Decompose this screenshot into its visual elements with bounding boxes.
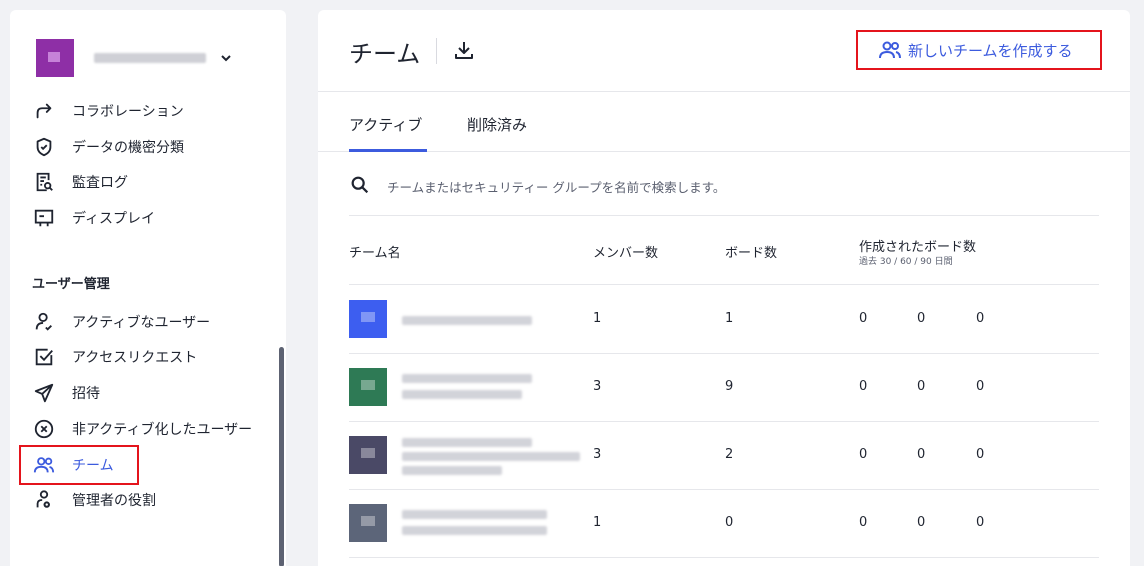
cell-boards: 0 <box>725 515 734 530</box>
table-row[interactable]: 3 2 0 0 0 <box>349 422 1099 490</box>
tab-bar: アクティブ 削除済み <box>318 92 1130 152</box>
sidebar-item-audit-log[interactable]: 監査ログ <box>32 171 128 193</box>
cell-created-90: 0 <box>976 379 985 394</box>
team-name-redacted <box>402 374 532 383</box>
team-avatar <box>349 368 387 406</box>
send-icon <box>32 381 56 405</box>
cell-created-90: 0 <box>976 515 985 530</box>
team-name-redacted <box>402 510 547 519</box>
cell-created-30: 0 <box>859 379 868 394</box>
sidebar-item-invitations[interactable]: 招待 <box>32 382 100 404</box>
team-name-redacted <box>402 452 580 461</box>
sidebar-item-label: 監査ログ <box>72 175 128 191</box>
cell-created-60: 0 <box>917 447 926 462</box>
cell-created-90: 0 <box>976 311 985 326</box>
table-row[interactable]: 1 0 0 0 0 <box>349 490 1099 558</box>
team-avatar <box>349 300 387 338</box>
title-divider <box>436 38 437 64</box>
cell-created-30: 0 <box>859 311 868 326</box>
cell-created-60: 0 <box>917 515 926 530</box>
sidebar-item-data-classification[interactable]: データの機密分類 <box>32 136 184 158</box>
sidebar-item-access-requests[interactable]: アクセスリクエスト <box>32 346 197 368</box>
cell-boards: 2 <box>725 447 734 462</box>
column-header-members: メンバー数 <box>593 246 659 261</box>
page-header: チーム 新しいチームを作成する <box>318 10 1130 92</box>
sidebar-item-label: データの機密分類 <box>72 140 184 156</box>
sidebar-item-label: ディスプレイ <box>72 211 156 227</box>
search-input[interactable]: チームまたはセキュリティー グループを名前で検索します。 <box>387 177 725 196</box>
audit-log-icon <box>32 170 56 194</box>
display-icon <box>32 206 56 230</box>
user-check-icon <box>32 310 56 334</box>
chevron-down-icon <box>221 55 231 62</box>
page-title: チーム <box>349 40 421 68</box>
sidebar-item-label: アクセスリクエスト <box>72 350 198 366</box>
cell-members: 1 <box>593 311 602 326</box>
cell-boards: 1 <box>725 311 734 326</box>
column-header-created-sub: 過去 30 / 60 / 90 日間 <box>859 257 953 267</box>
highlight-box-teams <box>19 445 139 485</box>
circle-x-icon <box>32 417 56 441</box>
sidebar-item-label: 非アクティブ化したユーザー <box>72 422 253 438</box>
tab-deleted[interactable]: 削除済み <box>467 114 527 135</box>
cell-created-30: 0 <box>859 515 868 530</box>
sidebar-item-deactivated-users[interactable]: 非アクティブ化したユーザー <box>32 418 252 440</box>
download-icon[interactable] <box>452 38 476 62</box>
search-bar[interactable]: チームまたはセキュリティー グループを名前で検索します。 <box>349 172 1099 216</box>
sidebar-item-admin-roles[interactable]: 管理者の役割 <box>32 489 156 511</box>
active-tab-indicator <box>349 149 427 152</box>
team-name-redacted <box>402 438 532 447</box>
create-team-button[interactable]: 新しいチームを作成する <box>878 38 1073 62</box>
create-team-label: 新しいチームを作成する <box>908 41 1073 60</box>
team-name-redacted <box>402 466 502 475</box>
cell-created-60: 0 <box>917 311 926 326</box>
sidebar-item-label: 招待 <box>72 386 100 402</box>
team-avatar <box>349 504 387 542</box>
tab-active[interactable]: アクティブ <box>349 114 422 135</box>
org-avatar <box>36 39 74 77</box>
sidebar-item-label: アクティブなユーザー <box>72 315 211 331</box>
sidebar-item-label: コラボレーション <box>72 104 184 120</box>
sidebar-item-display[interactable]: ディスプレイ <box>32 207 155 229</box>
cell-boards: 9 <box>725 379 734 394</box>
team-avatar <box>349 436 387 474</box>
team-icon <box>879 41 901 59</box>
team-name-redacted <box>402 526 547 535</box>
cell-members: 1 <box>593 515 602 530</box>
checkbox-icon <box>32 345 56 369</box>
table-row[interactable]: 3 9 0 0 0 <box>349 354 1099 422</box>
sidebar-item-collaboration[interactable]: コラボレーション <box>32 100 184 122</box>
org-name-redacted <box>94 53 206 63</box>
sidebar-scrollbar[interactable] <box>279 347 284 566</box>
table-row[interactable]: 1 1 0 0 0 <box>349 286 1099 354</box>
cell-created-90: 0 <box>976 447 985 462</box>
sidebar-item-label: 管理者の役割 <box>72 493 156 509</box>
column-header-boards: ボード数 <box>725 246 778 261</box>
column-header-created-boards: 作成されたボード数 <box>859 240 977 255</box>
column-header-team-name: チーム名 <box>349 246 401 261</box>
search-icon <box>351 176 369 194</box>
sidebar-item-active-users[interactable]: アクティブなユーザー <box>32 311 210 333</box>
cell-created-60: 0 <box>917 379 926 394</box>
cell-created-30: 0 <box>859 447 868 462</box>
table-header-divider <box>349 284 1099 285</box>
cell-members: 3 <box>593 447 602 462</box>
admin-role-icon <box>32 488 56 512</box>
team-name-redacted <box>402 390 522 399</box>
main-panel: チーム 新しいチームを作成する アクティブ 削除済み チームまたはセキュリティー… <box>318 10 1130 566</box>
share-arrow-icon <box>32 99 56 123</box>
section-title-user-management: ユーザー管理 <box>32 277 110 292</box>
team-name-redacted <box>402 316 532 325</box>
cell-members: 3 <box>593 379 602 394</box>
shield-check-icon <box>32 135 56 159</box>
org-switcher[interactable] <box>36 34 232 82</box>
